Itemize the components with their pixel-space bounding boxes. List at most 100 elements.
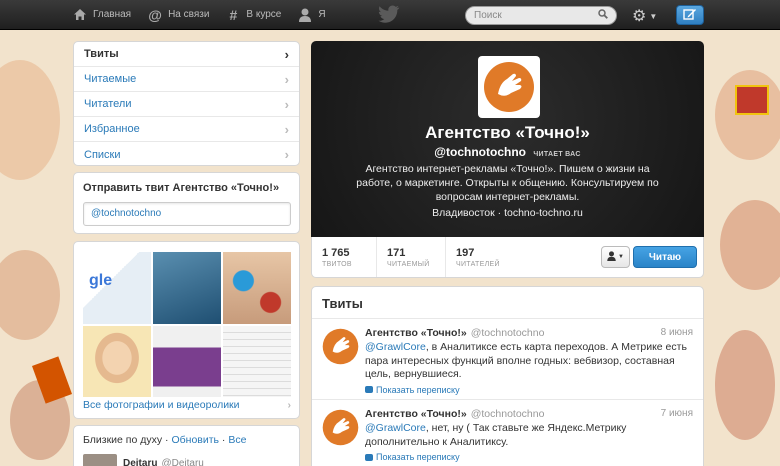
- photos-panel: gle Все фотографии и видеоролики ›: [73, 241, 300, 419]
- stat-tweets[interactable]: 1 765 ТВИТОВ: [312, 237, 377, 277]
- speech-bubble-icon: [365, 386, 373, 393]
- photo-thumbnail[interactable]: [223, 325, 291, 397]
- stat-count: 1 765: [322, 246, 350, 259]
- profile-avatar[interactable]: [478, 56, 540, 118]
- timeline-title: Твиты: [312, 287, 703, 319]
- profile-header-card: Агентство «Точно!» @tochnotochno ЧИТАЕТ …: [311, 41, 704, 237]
- nav-home[interactable]: Главная: [72, 7, 131, 23]
- search-input[interactable]: Поиск: [465, 6, 617, 25]
- refresh-link[interactable]: Обновить: [171, 434, 219, 446]
- nav-home-label: Главная: [93, 9, 132, 20]
- show-conversation-label: Показать переписку: [376, 384, 460, 395]
- suggested-user[interactable]: Deitaru @Deitaru: [83, 454, 290, 466]
- compose-tweet-button[interactable]: [676, 5, 704, 25]
- settings-menu[interactable]: ⚙ ▼: [632, 6, 657, 26]
- nav-me[interactable]: Я: [297, 7, 326, 23]
- home-icon: [72, 7, 88, 23]
- all-photos-label: Все фотографии и видеоролики: [83, 399, 240, 411]
- top-navigation-bar: Главная @ На связи # В курсе Я Поиск ⚙ ▼: [0, 0, 780, 30]
- menu-item-followers[interactable]: Читатели ›: [74, 92, 299, 117]
- at-icon: @: [148, 6, 162, 23]
- nav-connect-label: На связи: [168, 9, 210, 20]
- nav-discover-label: В курсе: [246, 9, 282, 20]
- tweet-to-input[interactable]: @tochnotochno: [83, 202, 291, 226]
- profile-handle: @tochnotochno: [434, 145, 526, 159]
- who-to-follow-panel: Близкие по духу · Обновить · Все Deitaru…: [73, 425, 300, 466]
- stat-followers[interactable]: 197 ЧИТАТЕЛЕЙ: [446, 237, 521, 277]
- tweet-author-handle: @tochnotochno: [470, 327, 545, 339]
- stat-label: ТВИТОВ: [322, 260, 352, 268]
- tweet-text: @GrawlCore, нет, ну ( Так ставьте же Янд…: [365, 422, 693, 449]
- search-placeholder: Поиск: [474, 10, 502, 21]
- suggested-user-handle: @Deitaru: [161, 457, 204, 466]
- photo-grid: gle: [83, 252, 291, 397]
- profile-handle-row: @tochnotochno ЧИТАЕТ ВАС: [311, 145, 704, 159]
- profile-bio: Агентство интернет-рекламы «Точно!». Пиш…: [356, 163, 659, 203]
- profile-nav-menu: Твиты › Читаемые › Читатели › Избранное …: [73, 41, 300, 166]
- tweet-text: @GrawlCore, в Аналитиксе есть карта пере…: [365, 341, 693, 382]
- tweet-author-name[interactable]: Агентство «Точно!»: [365, 408, 467, 420]
- chevron-right-icon: ›: [284, 46, 289, 62]
- user-actions-button[interactable]: ▼: [601, 246, 630, 268]
- twitter-bird-icon[interactable]: [378, 5, 400, 26]
- chevron-right-icon: ›: [287, 399, 292, 411]
- gear-icon: ⚙: [632, 8, 647, 25]
- stat-label: ЧИТАТЕЛЕЙ: [456, 260, 500, 268]
- stat-following[interactable]: 171 ЧИТАЕМЫЙ: [377, 237, 446, 277]
- tweet-item[interactable]: Агентство «Точно!» @tochnotochno 8 июня …: [312, 319, 703, 400]
- nav-discover[interactable]: # В курсе: [225, 6, 282, 23]
- chevron-right-icon: ›: [284, 96, 289, 112]
- who-to-follow-title: Близкие по духу: [83, 434, 163, 446]
- tweet-date[interactable]: 7 июня: [661, 408, 693, 420]
- profile-location-row: Владивосток · tochno-tochno.ru: [432, 207, 583, 219]
- suggested-user-name: Deitaru: [123, 457, 158, 466]
- menu-item-following[interactable]: Читаемые ›: [74, 67, 299, 92]
- chevron-right-icon: ›: [284, 71, 289, 87]
- follow-button[interactable]: Читаю: [633, 246, 697, 268]
- photo-thumbnail[interactable]: [223, 252, 291, 324]
- menu-item-tweets[interactable]: Твиты ›: [74, 42, 299, 67]
- profile-name: Агентство «Точно!»: [425, 123, 590, 142]
- menu-item-lists[interactable]: Списки ›: [74, 142, 299, 167]
- menu-item-label: Читаемые: [84, 73, 137, 85]
- compose-icon: [683, 8, 697, 23]
- person-icon: [297, 7, 313, 23]
- chevron-down-icon: ▼: [649, 11, 658, 21]
- menu-item-label: Списки: [84, 148, 121, 161]
- hash-icon: #: [229, 6, 238, 23]
- show-conversation-link[interactable]: Показать переписку: [365, 385, 693, 395]
- show-conversation-label: Показать переписку: [376, 452, 460, 462]
- search-icon[interactable]: [598, 9, 608, 22]
- view-all-link[interactable]: Все: [228, 434, 246, 446]
- tweet-date[interactable]: 8 июня: [661, 327, 693, 339]
- tweet-author-name[interactable]: Агентство «Точно!»: [365, 327, 467, 339]
- nav-connect[interactable]: @ На связи: [147, 7, 209, 23]
- tweet-to-box: Отправить твит Агентство «Точно!» @tochn…: [73, 172, 300, 234]
- nav-me-label: Я: [318, 9, 326, 20]
- photo-thumbnail[interactable]: [153, 252, 221, 324]
- chevron-right-icon: ›: [284, 121, 289, 137]
- profile-location: Владивосток: [432, 207, 495, 219]
- photo-thumbnail[interactable]: [83, 325, 151, 397]
- person-icon: [607, 251, 616, 263]
- tweet-mention-link[interactable]: @GrawlCore: [365, 341, 426, 353]
- menu-item-label: Твиты: [84, 48, 119, 60]
- menu-item-label: Читатели: [84, 98, 132, 110]
- avatar[interactable]: [322, 328, 359, 365]
- show-conversation-link[interactable]: Показать переписку: [365, 452, 693, 462]
- brand-logo-icon: [484, 62, 534, 112]
- tweet-item[interactable]: Агентство «Точно!» @tochnotochno 7 июня …: [312, 400, 703, 466]
- profile-url-link[interactable]: tochno-tochno.ru: [504, 207, 583, 219]
- chevron-right-icon: ›: [284, 147, 289, 162]
- photo-thumbnail[interactable]: [153, 325, 221, 397]
- tweet-mention-link[interactable]: @GrawlCore: [365, 422, 426, 434]
- photo-thumbnail[interactable]: gle: [83, 252, 151, 324]
- profile-stats-bar: 1 765 ТВИТОВ 171 ЧИТАЕМЫЙ 197 ЧИТАТЕЛЕЙ …: [311, 237, 704, 278]
- avatar[interactable]: [322, 409, 359, 446]
- avatar: [83, 454, 117, 466]
- all-photos-link[interactable]: Все фотографии и видеоролики ›: [83, 399, 291, 411]
- menu-item-favorites[interactable]: Избранное ›: [74, 117, 299, 142]
- speech-bubble-icon: [365, 453, 373, 461]
- chevron-down-icon: ▼: [618, 254, 624, 260]
- stat-label: ЧИТАЕМЫЙ: [387, 260, 430, 268]
